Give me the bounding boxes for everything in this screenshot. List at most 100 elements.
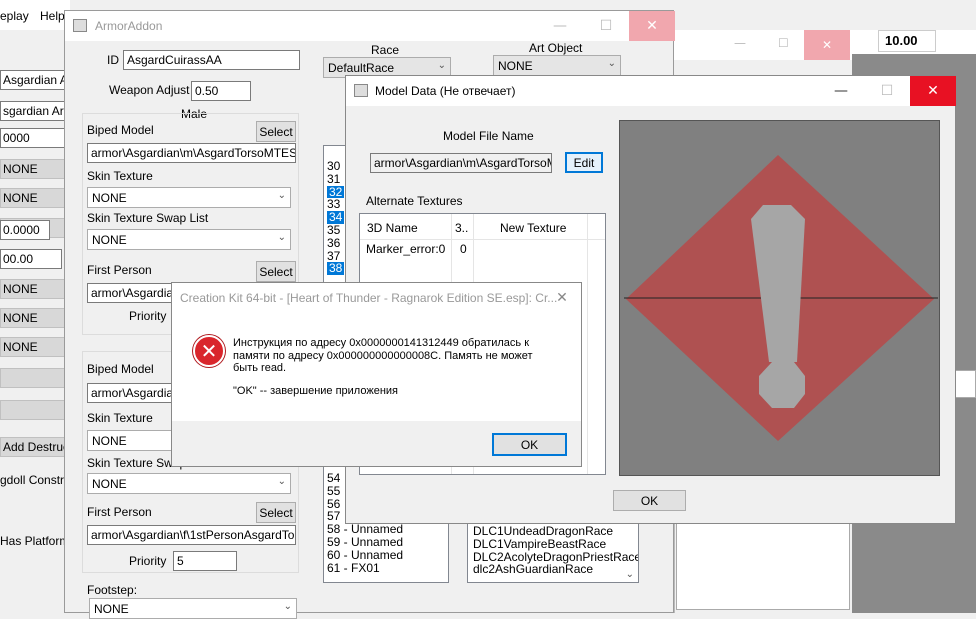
- model-data-titlebar: Model Data (Не отвечает) — ☐ ✕: [346, 76, 956, 106]
- female-swap-list-select[interactable]: NONE ⌄: [87, 473, 291, 494]
- female-skin-texture-value: NONE: [92, 434, 127, 448]
- bg-row-7: 00.00: [0, 249, 62, 269]
- male-swap-list-label: Skin Texture Swap List: [87, 211, 209, 225]
- female-biped-model-label: Biped Model: [87, 362, 154, 376]
- slot-61[interactable]: 61 - FX01: [324, 561, 448, 575]
- chevron-down-icon: ⌄: [283, 601, 292, 612]
- col-3d-name[interactable]: 3D Name: [367, 221, 418, 235]
- bg-row-10: NONE: [0, 337, 66, 357]
- col-new-texture[interactable]: New Texture: [500, 221, 566, 235]
- model-viewport[interactable]: [619, 120, 940, 476]
- error-dialog-titlebar: Creation Kit 64-bit - [Heart of Thunder …: [172, 283, 581, 313]
- bg-row-9: NONE: [0, 308, 66, 328]
- footstep-select[interactable]: NONE ⌄: [89, 598, 297, 619]
- chevron-down-icon: ⌄: [437, 60, 446, 71]
- race-item[interactable]: DLC1VampireBeastRace: [468, 537, 638, 551]
- footstep-label: Footstep:: [87, 583, 138, 597]
- chevron-down-icon: ⌄: [607, 58, 616, 69]
- armor-addon-titlebar: ArmorAddon — ☐ ✕: [65, 11, 675, 41]
- chevron-down-icon: ⌄: [277, 232, 286, 243]
- male-skin-texture-value: NONE: [92, 191, 127, 205]
- race-item[interactable]: DLC1UndeadDragonRace: [468, 525, 638, 538]
- armor-addon-title: ArmorAddon: [95, 19, 163, 33]
- male-biped-select-button[interactable]: Select: [256, 121, 296, 142]
- bg-row-13[interactable]: Add Destructio: [0, 437, 66, 457]
- chevron-down-icon: ⌄: [277, 476, 286, 487]
- close-button[interactable]: ✕: [629, 11, 675, 41]
- male-first-person-select-button[interactable]: Select: [256, 261, 296, 282]
- slot-60[interactable]: 60 - Unnamed: [324, 548, 448, 562]
- menu-bar: eplay Help: [0, 0, 70, 30]
- slot-59[interactable]: 59 - Unnamed: [324, 536, 448, 549]
- male-priority-label: Priority: [129, 309, 167, 323]
- bg-right-maximize-icon[interactable]: ☐: [778, 36, 789, 50]
- weapon-adjust-input[interactable]: 0.50: [191, 81, 251, 101]
- col-index[interactable]: 3..: [455, 221, 468, 235]
- footstep-value: NONE: [94, 602, 129, 616]
- male-first-person-label: First Person: [87, 263, 152, 277]
- error-dialog-title: Creation Kit 64-bit - [Heart of Thunder …: [180, 291, 558, 305]
- id-input[interactable]: AsgardCuirassAA: [123, 50, 300, 70]
- race-label: Race: [371, 43, 400, 57]
- bg-row-4: NONE: [0, 188, 66, 208]
- bg-right-minimize-icon[interactable]: —: [734, 36, 746, 50]
- window-app-icon: [73, 19, 87, 32]
- bg-row-11: [0, 368, 66, 388]
- art-object-label: Art Object: [529, 41, 583, 55]
- row-3d-name: Marker_error:0: [366, 242, 446, 256]
- male-biped-model-input[interactable]: armor\Asgardian\m\AsgardTorsoMTEST02: [87, 143, 296, 163]
- table-row[interactable]: Marker_error:0 0: [360, 240, 605, 258]
- model-file-label: Model File Name: [443, 129, 534, 143]
- error-message: Инструкция по адресу 0x0000000141312449 …: [233, 337, 533, 398]
- bg-right-close-button[interactable]: ✕: [804, 30, 850, 60]
- edit-button[interactable]: Edit: [565, 152, 603, 173]
- male-biped-model-label: Biped Model: [87, 123, 154, 137]
- art-object-select-value: NONE: [498, 59, 533, 73]
- slot-38-label: 38: [327, 261, 345, 276]
- scroll-down-icon[interactable]: ⌄: [626, 569, 634, 580]
- error-dialog: Creation Kit 64-bit - [Heart of Thunder …: [171, 282, 582, 467]
- art-object-select[interactable]: NONE ⌄: [493, 55, 621, 76]
- female-skin-texture-label: Skin Texture: [87, 411, 153, 425]
- male-skin-texture-label: Skin Texture: [87, 169, 153, 183]
- close-button[interactable]: ✕: [910, 76, 956, 106]
- bg-row-2: 0000: [0, 128, 66, 148]
- female-priority-input[interactable]: 5: [173, 551, 237, 571]
- maximize-icon[interactable]: ☐: [583, 11, 629, 41]
- table-header: 3D Name 3.. New Texture: [360, 214, 605, 474]
- window-app-icon: [354, 84, 368, 97]
- male-swap-list-select[interactable]: NONE ⌄: [87, 229, 291, 250]
- race-select-value: DefaultRace: [328, 61, 395, 75]
- chevron-down-icon: ⌄: [277, 190, 286, 201]
- menu-item-help[interactable]: Help: [40, 9, 65, 23]
- row-index: 0: [460, 242, 467, 256]
- bg-row-6: 0.0000: [0, 220, 50, 240]
- model-file-input[interactable]: armor\Asgardian\m\AsgardTorsoMTE: [370, 153, 552, 173]
- female-first-person-select-button[interactable]: Select: [256, 502, 296, 523]
- male-skin-texture-select[interactable]: NONE ⌄: [87, 187, 291, 208]
- close-icon[interactable]: ✕: [544, 283, 580, 313]
- error-marker-graphic: [624, 155, 938, 441]
- bg-row-12: [0, 400, 66, 420]
- error-message-line-1: Инструкция по адресу 0x0000000141312449 …: [233, 337, 530, 349]
- error-message-line-3: быть read.: [233, 362, 287, 375]
- female-priority-label: Priority: [129, 554, 167, 568]
- menu-item-replay[interactable]: eplay: [0, 9, 29, 23]
- bg-row-8: NONE: [0, 279, 66, 299]
- minimize-icon[interactable]: —: [818, 76, 864, 106]
- exclamation-dot: [759, 362, 805, 408]
- bg-row-3: NONE: [0, 159, 66, 179]
- alternate-textures-label: Alternate Textures: [366, 194, 463, 208]
- additional-race-list[interactable]: DLC1UndeadDragonRace DLC1VampireBeastRac…: [467, 521, 639, 583]
- error-message-line-4: "OK" -- завершение приложения: [233, 385, 398, 398]
- minimize-icon[interactable]: —: [537, 11, 583, 41]
- female-first-person-label: First Person: [87, 505, 152, 519]
- model-data-ok-button[interactable]: OK: [613, 490, 686, 511]
- error-ok-button[interactable]: OK: [492, 433, 567, 456]
- model-data-title: Model Data (Не отвечает): [375, 84, 516, 98]
- race-item[interactable]: dlc2AshGuardianRace: [468, 563, 638, 576]
- maximize-icon[interactable]: ☐: [864, 76, 910, 106]
- weapon-adjust-label: Weapon Adjust: [109, 83, 190, 97]
- value-display: 10.00: [878, 30, 936, 52]
- female-first-person-input[interactable]: armor\Asgardian\f\1stPersonAsgardTorsoF: [87, 525, 296, 545]
